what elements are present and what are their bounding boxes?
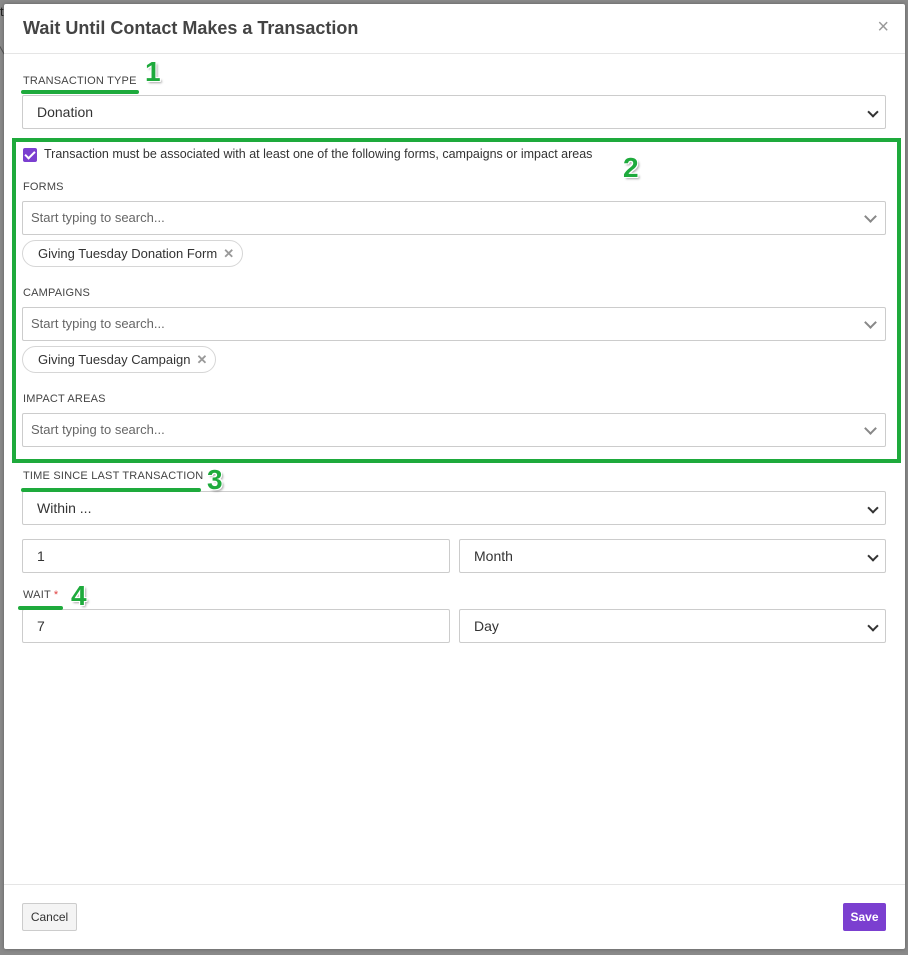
remove-tag-icon[interactable]: ✕ xyxy=(196,352,207,367)
time-since-unit-value: Month xyxy=(474,548,513,564)
wait-label: WAIT * xyxy=(23,589,58,601)
wait-amount-input[interactable]: 7 xyxy=(22,609,450,643)
forms-search-placeholder: Start typing to search... xyxy=(31,210,165,225)
time-since-mode-value: Within ... xyxy=(37,500,92,516)
cancel-button[interactable]: Cancel xyxy=(22,903,77,931)
annotation-number-2: 2 xyxy=(623,152,639,183)
impact-areas-search-input[interactable]: Start typing to search... xyxy=(22,413,886,447)
modal-header: Wait Until Contact Makes a Transaction × xyxy=(4,4,905,54)
annotation-underline-4 xyxy=(18,606,63,610)
campaigns-label: CAMPAIGNS xyxy=(23,287,90,299)
modal-title: Wait Until Contact Makes a Transaction xyxy=(23,18,359,38)
modal-footer: Cancel Save xyxy=(4,884,905,949)
save-button[interactable]: Save xyxy=(843,903,886,931)
required-mark: * xyxy=(53,589,59,601)
annotation-number-4: 4 xyxy=(71,580,87,611)
chevron-down-icon xyxy=(867,502,879,514)
forms-tag-label: Giving Tuesday Donation Form xyxy=(38,246,218,261)
annotation-underline-3 xyxy=(21,488,201,492)
time-since-mode-select[interactable]: Within ... xyxy=(22,491,886,525)
chevron-down-icon[interactable] xyxy=(864,316,877,329)
forms-search-input[interactable]: Start typing to search... xyxy=(22,201,886,235)
wait-label-text: WAIT xyxy=(23,589,51,601)
wait-amount-value: 7 xyxy=(37,618,45,634)
forms-tag: Giving Tuesday Donation Form ✕ xyxy=(22,240,244,267)
annotation-number-3: 3 xyxy=(207,464,223,495)
time-since-amount-value: 1 xyxy=(37,548,45,564)
time-since-unit-select[interactable]: Month xyxy=(459,539,886,573)
chevron-down-icon xyxy=(867,550,879,562)
impact-areas-label: IMPACT AREAS xyxy=(23,393,106,405)
close-icon[interactable]: × xyxy=(877,17,889,37)
time-since-amount-input[interactable]: 1 xyxy=(22,539,450,573)
chevron-down-icon[interactable] xyxy=(864,210,877,223)
transaction-type-value: Donation xyxy=(37,104,94,120)
campaigns-tag: Giving Tuesday Campaign ✕ xyxy=(22,346,217,373)
campaigns-search-placeholder: Start typing to search... xyxy=(31,316,165,331)
remove-tag-icon[interactable]: ✕ xyxy=(223,246,234,261)
time-since-label: TIME SINCE LAST TRANSACTION xyxy=(23,470,204,482)
chevron-down-icon[interactable] xyxy=(864,422,877,435)
campaigns-search-input[interactable]: Start typing to search... xyxy=(22,307,886,341)
wait-unit-select[interactable]: Day xyxy=(459,609,886,643)
chevron-down-icon xyxy=(867,620,879,632)
wait-unit-value: Day xyxy=(474,618,499,634)
transaction-type-select[interactable]: Donation xyxy=(22,95,886,129)
impact-areas-search-placeholder: Start typing to search... xyxy=(31,422,165,437)
association-checkbox[interactable] xyxy=(23,148,37,162)
association-checkbox-label: Transaction must be associated with at l… xyxy=(44,147,593,161)
campaigns-tag-label: Giving Tuesday Campaign xyxy=(38,352,191,367)
annotation-underline-1 xyxy=(21,90,139,94)
transaction-type-label: TRANSACTION TYPE xyxy=(23,75,137,87)
forms-label: FORMS xyxy=(23,181,64,193)
chevron-down-icon xyxy=(867,106,879,118)
modal-dialog: Wait Until Contact Makes a Transaction ×… xyxy=(4,4,905,949)
annotation-number-1: 1 xyxy=(145,56,161,87)
